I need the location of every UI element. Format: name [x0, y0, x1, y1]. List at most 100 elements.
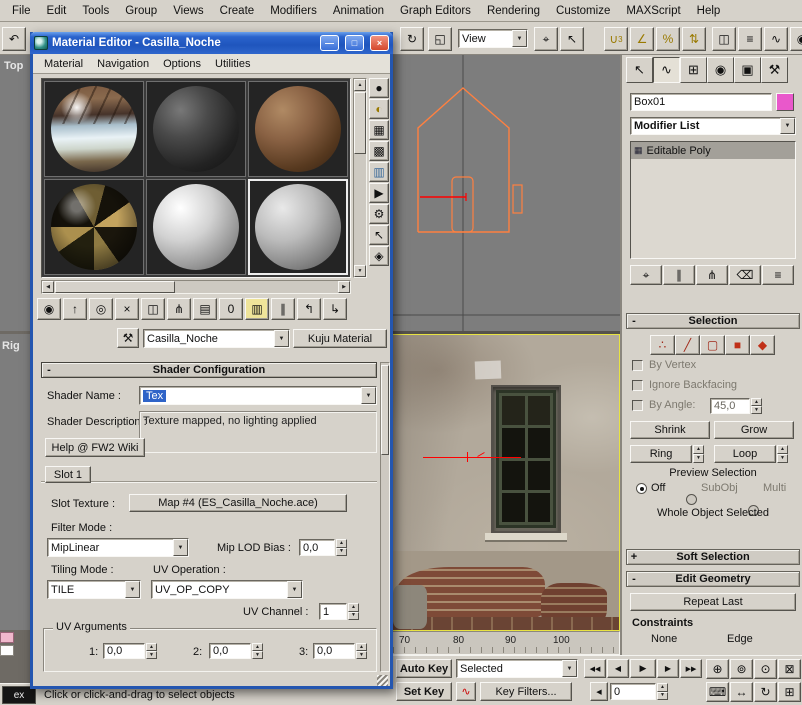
current-frame-field[interactable]: 0 [610, 683, 656, 700]
uv-channel-spinner[interactable]: ▲▼ [348, 603, 359, 620]
spin-up-icon[interactable]: ▲ [693, 445, 704, 454]
spin-up-icon[interactable]: ▲ [348, 603, 359, 612]
auto-key-button[interactable]: Auto Key [396, 659, 452, 678]
select-and-manipulate-icon[interactable]: ↖ [560, 27, 584, 51]
viewport-label-top[interactable]: Top [4, 60, 23, 72]
ring-button[interactable]: Ring [630, 445, 692, 463]
menu-tools[interactable]: Tools [74, 3, 117, 19]
chevron-down-icon[interactable]: ▼ [274, 330, 289, 347]
zoom-extents-all-icon[interactable]: ⊠ [778, 659, 801, 679]
reference-coordinate-combo[interactable]: View ▼ [458, 29, 528, 48]
uv-arg2-field[interactable]: 0,0 [209, 643, 251, 659]
preview-subobj-radio[interactable] [686, 494, 697, 505]
material-editor-window[interactable]: Material Editor - Casilla_Noche — □ × Ma… [30, 32, 393, 689]
rollout-scrollbar[interactable] [380, 362, 390, 672]
chevron-down-icon[interactable]: ▼ [562, 660, 577, 677]
reset-map-icon[interactable]: × [115, 298, 139, 320]
viewport-perspective-textured[interactable] [392, 334, 620, 631]
menu-graph-editors[interactable]: Graph Editors [392, 3, 479, 19]
rollout-soft-selection[interactable]: + Soft Selection [626, 549, 800, 565]
maximize-icon[interactable]: □ [345, 35, 364, 51]
mip-lod-bias-spinner[interactable]: ▲▼ [336, 539, 347, 556]
modifier-stack[interactable]: ▦ Editable Poly [630, 141, 796, 259]
selection-set-combo[interactable]: Selected ▼ [456, 659, 578, 678]
spin-down-icon[interactable]: ▼ [693, 454, 704, 463]
uv-channel-field[interactable]: 1 [319, 603, 347, 620]
spin-up-icon[interactable]: ▲ [751, 398, 762, 406]
material-editor-options-icon[interactable]: ⚙ [369, 204, 389, 224]
configure-modifier-sets-icon[interactable]: ≡ [762, 265, 794, 285]
make-unique-icon[interactable]: ⋔ [167, 298, 191, 320]
scrollbar-thumb[interactable] [354, 92, 366, 154]
scroll-up-icon[interactable]: ▲ [354, 79, 366, 91]
angle-snap-icon[interactable]: ∠ [630, 27, 654, 51]
border-mode-icon[interactable]: ▢ [700, 335, 725, 355]
put-material-to-scene-icon[interactable]: ↑ [63, 298, 87, 320]
me-menu-utilities[interactable]: Utilities [208, 56, 257, 72]
menu-group[interactable]: Group [117, 3, 165, 19]
mip-lod-bias-field[interactable]: 0,0 [299, 539, 335, 556]
stack-item-editable-poly[interactable]: ▦ Editable Poly [631, 142, 795, 159]
spin-down-icon[interactable]: ▼ [751, 406, 762, 414]
rollout-selection[interactable]: - Selection [626, 313, 800, 329]
uv-arg3-field[interactable]: 0,0 [313, 643, 355, 659]
key-mode-toggle-icon[interactable]: ◀ [590, 682, 608, 701]
slots-horizontal-scrollbar[interactable]: ◀ ▶ [41, 280, 351, 294]
slots-vertical-scrollbar[interactable]: ▲ ▼ [353, 78, 367, 278]
sample-slot[interactable] [44, 81, 144, 177]
assign-material-to-selection-icon[interactable]: ◎ [89, 298, 113, 320]
align-icon[interactable]: ≡ [738, 27, 762, 51]
set-key-button[interactable]: Set Key [396, 682, 452, 701]
chevron-down-icon[interactable]: ▼ [125, 581, 140, 598]
preview-off-radio[interactable] [636, 483, 647, 494]
use-center-icon[interactable]: ⌖ [534, 27, 558, 51]
rollout-shader-configuration[interactable]: - Shader Configuration [41, 362, 377, 378]
slot-1-tab[interactable]: Slot 1 [45, 466, 91, 483]
chevron-down-icon[interactable]: ▼ [361, 387, 376, 404]
tab-modify-icon[interactable]: ∿ [653, 57, 680, 83]
element-mode-icon[interactable]: ◆ [750, 335, 775, 355]
spin-down-icon[interactable]: ▼ [356, 651, 367, 659]
vertex-mode-icon[interactable]: ∴ [650, 335, 675, 355]
scroll-left-icon[interactable]: ◀ [42, 281, 54, 293]
spin-down-icon[interactable]: ▼ [777, 454, 788, 463]
sample-slot[interactable] [248, 81, 348, 177]
by-angle-checkbox[interactable] [632, 400, 643, 411]
show-end-result-icon[interactable]: ∥ [663, 265, 695, 285]
arc-rotate-icon[interactable]: ↻ [754, 682, 777, 702]
next-frame-icon[interactable]: ▶ [657, 659, 679, 678]
backlight-icon[interactable]: ◐ [369, 99, 389, 119]
mirror-icon[interactable]: ◫ [712, 27, 736, 51]
play-animation-icon[interactable]: ▶ [630, 659, 656, 678]
uv-operation-combo[interactable]: UV_OP_COPY ▼ [151, 580, 303, 599]
select-and-rotate-icon[interactable]: ↻ [400, 27, 424, 51]
loop-spinner[interactable]: ▲▼ [777, 445, 788, 463]
show-end-result-icon[interactable]: ∥ [271, 298, 295, 320]
get-material-icon[interactable]: ◉ [37, 298, 61, 320]
go-to-parent-icon[interactable]: ↰ [297, 298, 321, 320]
spin-up-icon[interactable]: ▲ [146, 643, 157, 651]
curve-editor-icon[interactable]: ∿ [764, 27, 788, 51]
menu-edit[interactable]: Edit [39, 3, 75, 19]
go-to-end-icon[interactable]: ▶▶ [680, 659, 702, 678]
material-map-navigator-icon[interactable]: ◈ [369, 246, 389, 266]
material-name-combo[interactable]: Casilla_Noche ▼ [143, 329, 290, 348]
pick-material-from-object-icon[interactable]: ⚒ [117, 328, 139, 348]
go-forward-to-sibling-icon[interactable]: ↳ [323, 298, 347, 320]
tab-motion-icon[interactable]: ◉ [707, 57, 734, 83]
undo-icon[interactable]: ↶ [2, 27, 26, 51]
spin-down-icon[interactable]: ▼ [336, 548, 347, 557]
spin-down-icon[interactable]: ▼ [146, 651, 157, 659]
menu-customize[interactable]: Customize [548, 3, 618, 19]
sample-slot[interactable] [146, 179, 246, 275]
rollout-edit-geometry[interactable]: - Edit Geometry [626, 571, 800, 587]
zoom-all-icon[interactable]: ⊚ [730, 659, 753, 679]
maxscript-mini-listener-script[interactable] [0, 645, 14, 656]
filter-mode-combo[interactable]: MipLinear ▼ [47, 538, 189, 557]
time-slider-ruler[interactable]: 70 80 90 100 [392, 631, 620, 655]
sample-type-sphere-icon[interactable]: ● [369, 78, 389, 98]
modifier-list-combo[interactable]: Modifier List ▼ [630, 117, 796, 135]
menu-file[interactable]: File [4, 3, 39, 19]
sample-slot[interactable] [146, 81, 246, 177]
pin-stack-icon[interactable]: ⌖ [630, 265, 662, 285]
